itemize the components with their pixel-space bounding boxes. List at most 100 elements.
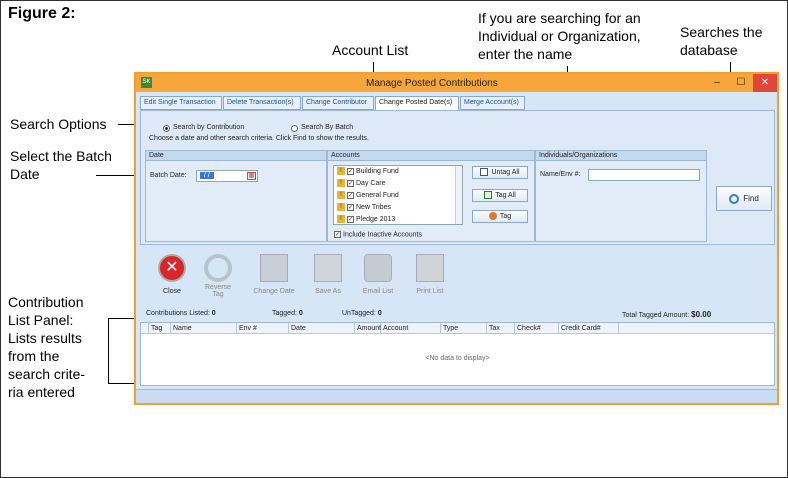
accounts-group-header: Accounts: [328, 151, 534, 161]
calendar-icon[interactable]: ▦: [247, 172, 256, 180]
untag-icon: [480, 168, 489, 177]
individuals-group-header: Individuals/Organizations: [536, 151, 706, 161]
lock-icon: !: [337, 191, 345, 200]
status-bar: [136, 389, 777, 403]
lock-icon: !: [337, 179, 345, 188]
reverse-tag-button[interactable]: Reverse Tag: [194, 254, 242, 298]
window-close-button[interactable]: ✕: [753, 74, 777, 92]
lock-icon: !: [337, 167, 345, 176]
search-panel: Search by Contribution Search By Batch C…: [140, 110, 775, 245]
tab-merge-accounts[interactable]: Merge Account(s): [460, 96, 525, 110]
change-date-button[interactable]: Change Date: [250, 254, 298, 295]
radio-search-by-contribution[interactable]: [163, 125, 170, 132]
tab-change-contributor[interactable]: Change Contributor: [302, 96, 374, 110]
checkbox-icon[interactable]: ✓: [347, 179, 354, 187]
radio-search-by-batch[interactable]: [291, 125, 298, 132]
figure-title: Figure 2:: [8, 5, 76, 22]
include-inactive[interactable]: ✓ Include Inactive Accounts: [334, 231, 422, 238]
callout-individual-2: Individual or Organization,: [478, 28, 641, 44]
account-item[interactable]: ! ✓ Day Care: [337, 178, 386, 190]
col-credit-card[interactable]: Credit Card#: [559, 323, 619, 334]
title-bar[interactable]: SK Manage Posted Contributions – ☐ ✕: [136, 74, 777, 92]
callout-searches-2: database: [680, 42, 738, 58]
radio-label-batch: Search By Batch: [301, 124, 354, 131]
radio-label-contribution: Search by Contribution: [173, 124, 245, 131]
email-list-button[interactable]: Email List: [354, 254, 402, 295]
account-item[interactable]: ! ✓ General Fund: [337, 190, 399, 202]
tab-change-posted-dates[interactable]: Change Posted Date(s): [375, 96, 459, 111]
total-tagged-amount: Total Tagged Amount: $0.00: [622, 310, 712, 319]
col-amount[interactable]: Amount: [355, 323, 381, 334]
app-icon: SK: [141, 77, 152, 88]
checkbox-icon[interactable]: ✓: [334, 231, 341, 238]
save-as-button[interactable]: Save As: [304, 254, 352, 295]
account-item[interactable]: ! ✓ Building Fund: [337, 166, 399, 178]
col-type[interactable]: Type: [441, 323, 487, 334]
list-scrollbar[interactable]: [455, 166, 462, 224]
window-title: Manage Posted Contributions: [366, 78, 498, 89]
callout-individual-3: enter the name: [478, 46, 573, 62]
batch-date-input[interactable]: / / ▦: [196, 170, 258, 182]
col-expander[interactable]: [141, 323, 149, 334]
callout-batch-date-2: Date: [10, 166, 40, 182]
find-button[interactable]: Find: [716, 186, 772, 211]
save-icon: [314, 254, 342, 282]
name-env-label: Name/Env #:: [540, 171, 581, 178]
callout-panel-6: ria entered: [8, 384, 75, 400]
tab-edit-single-transaction[interactable]: Edit Single Transaction: [140, 96, 222, 110]
col-date[interactable]: Date: [289, 323, 355, 334]
individuals-group: Individuals/Organizations Name/Env #:: [535, 150, 707, 242]
accounts-group: Accounts ! ✓ Building Fund ! ✓ Day Care ! ✓ Ge…: [327, 150, 535, 242]
col-tag[interactable]: Tag: [149, 323, 171, 334]
printer-icon: [416, 254, 444, 282]
contribution-grid[interactable]: Tag Name Env # Date Amount Account Type …: [140, 322, 775, 386]
grid-header: Tag Name Env # Date Amount Account Type …: [141, 323, 774, 334]
col-tax[interactable]: Tax: [487, 323, 515, 334]
contributions-listed: Contributions Listed: 0: [146, 310, 216, 317]
date-group: Date Batch Date: / / ▦: [145, 150, 327, 242]
tab-delete-transactions[interactable]: Delete Transaction(s): [223, 96, 301, 110]
maximize-button[interactable]: ☐: [729, 74, 753, 92]
search-instructions: Choose a date and other search criteria.…: [149, 135, 369, 142]
tag-icon: [488, 212, 497, 221]
close-icon: ✕: [158, 254, 186, 282]
date-group-header: Date: [146, 151, 326, 161]
account-list[interactable]: ! ✓ Building Fund ! ✓ Day Care ! ✓ General Fun…: [333, 165, 463, 225]
print-list-button[interactable]: Print List: [406, 254, 454, 295]
batch-date-label: Batch Date:: [150, 172, 187, 179]
manage-contributions-window: SK Manage Posted Contributions – ☐ ✕ Edi…: [134, 72, 779, 405]
checkbox-icon[interactable]: ✓: [347, 167, 354, 175]
untag-all-button[interactable]: Untag All: [472, 166, 528, 179]
close-button[interactable]: ✕ Close: [148, 254, 196, 295]
empty-grid-message: <No data to display>: [425, 355, 490, 362]
account-item[interactable]: ! ✓ New Tribes: [337, 202, 391, 214]
calendar-icon: [260, 254, 288, 282]
col-check[interactable]: Check#: [515, 323, 559, 334]
batch-date-value: / /: [200, 172, 214, 179]
callout-bracket: [108, 318, 136, 319]
minimize-button[interactable]: –: [705, 74, 729, 92]
callout-bracket: [108, 383, 136, 384]
callout-searches-1: Searches the: [680, 24, 763, 40]
callout-search-options: Search Options: [10, 116, 107, 132]
lock-icon: !: [337, 215, 345, 224]
name-env-input[interactable]: [588, 169, 700, 181]
callout-panel-1: Contribution: [8, 294, 84, 310]
checkbox-icon[interactable]: ✓: [347, 215, 354, 223]
lock-icon: !: [337, 203, 345, 212]
callout-panel-3: Lists results: [8, 330, 82, 346]
callout-panel-2: List Panel:: [8, 312, 74, 328]
tag-all-button[interactable]: Tag All: [472, 189, 528, 202]
col-env[interactable]: Env #: [237, 323, 289, 334]
account-item[interactable]: ! ✓ Pledge 2013: [337, 214, 395, 226]
col-name[interactable]: Name: [171, 323, 237, 334]
checkbox-icon[interactable]: ✓: [347, 203, 354, 211]
callout-batch-date-1: Select the Batch: [10, 148, 112, 164]
col-account[interactable]: Account: [381, 323, 441, 334]
callout-account-list: Account List: [332, 42, 409, 58]
checkbox-icon[interactable]: ✓: [347, 191, 354, 199]
tag-button[interactable]: Tag: [472, 210, 528, 223]
tagged-count: Tagged: 0: [272, 310, 303, 317]
magnifier-icon: [729, 193, 740, 204]
untagged-count: UnTagged: 0: [342, 310, 382, 317]
